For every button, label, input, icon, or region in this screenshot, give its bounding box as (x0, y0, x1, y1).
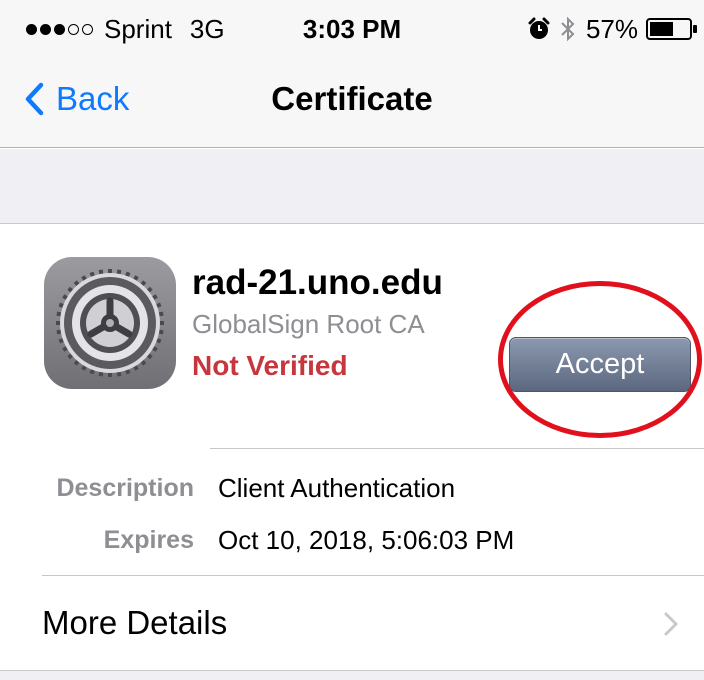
battery-percent: 57% (585, 13, 638, 44)
bluetooth-icon (560, 16, 576, 42)
battery-icon (646, 17, 698, 41)
certificate-name: rad-21.uno.edu (192, 263, 443, 302)
expires-row: Expires Oct 10, 2018, 5:06:03 PM (0, 518, 704, 562)
expires-label: Expires (103, 525, 194, 554)
certificate-issuer: GlobalSign Root CA (192, 309, 425, 339)
expires-value: Oct 10, 2018, 5:06:03 PM (218, 524, 515, 555)
certificate-summary: rad-21.uno.edu GlobalSign Root CA Not Ve… (0, 225, 704, 450)
divider (210, 448, 704, 449)
section-spacer (0, 149, 704, 224)
description-label: Description (56, 473, 194, 502)
more-details-label: More Details (42, 604, 228, 641)
accept-button[interactable]: Accept (509, 337, 691, 392)
page-title: Certificate (271, 80, 433, 117)
description-row: Description Client Authentication (0, 466, 704, 510)
alarm-icon (528, 17, 550, 41)
navigation-bar: Back Certificate (0, 58, 704, 148)
description-value: Client Authentication (218, 472, 456, 503)
settings-gear-icon (44, 257, 176, 389)
section-footer (0, 671, 704, 680)
status-bar: Sprint 3G 3:03 PM 57% (0, 0, 704, 58)
more-details-row[interactable]: More Details (0, 576, 704, 670)
chevron-right-icon (664, 612, 678, 636)
verification-status: Not Verified (192, 350, 348, 381)
status-right: 57% (528, 14, 698, 44)
